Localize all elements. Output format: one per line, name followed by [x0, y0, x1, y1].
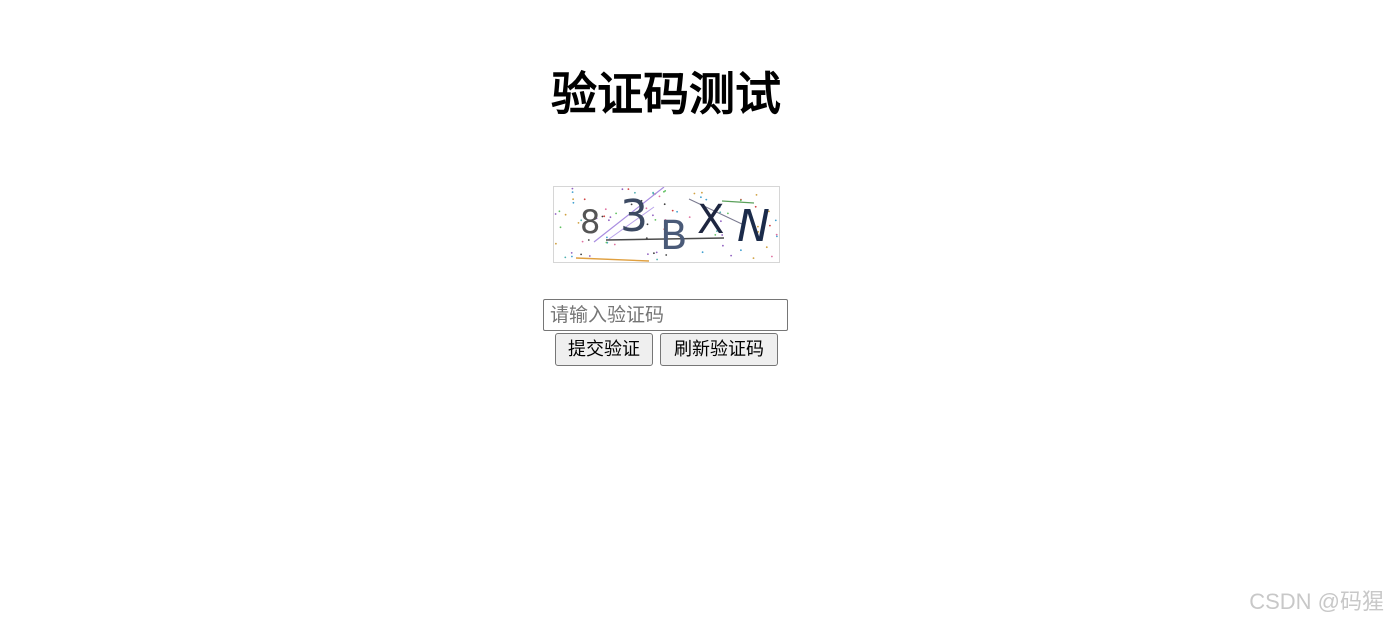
captcha-noise-dot	[606, 236, 608, 239]
captcha-noise-dot	[564, 256, 567, 259]
captcha-noise-dot	[613, 243, 616, 246]
captcha-char-2: 3	[620, 191, 648, 242]
captcha-noise-dot	[627, 188, 630, 190]
captcha-noise-dot	[558, 210, 561, 213]
captcha-noise-dot	[555, 242, 557, 245]
captcha-noise-dot	[776, 235, 778, 238]
captcha-noise-dot	[609, 216, 612, 219]
captcha-noise-dot	[730, 254, 732, 257]
captcha-noise-dot	[608, 219, 610, 222]
captcha-noise-dot	[559, 226, 562, 229]
captcha-noise-dot	[571, 187, 574, 190]
captcha-noise-dot	[693, 192, 696, 195]
captcha-noise-dot	[572, 201, 575, 204]
captcha-noise-dot	[752, 257, 755, 259]
captcha-noise-dot	[663, 203, 666, 206]
captcha-noise-dot	[722, 244, 724, 247]
captcha-noise-dot	[554, 213, 557, 215]
captcha-input[interactable]	[543, 299, 788, 331]
captcha-noise-dot	[571, 191, 574, 193]
captcha-noise-dot	[621, 188, 624, 191]
captcha-noise-dot	[564, 213, 567, 216]
captcha-noise-dot	[652, 191, 654, 194]
captcha-noise-dot	[572, 198, 574, 201]
captcha-noise-dot	[604, 208, 607, 211]
captcha-noise-dot	[601, 215, 604, 218]
captcha-char-3: B	[660, 213, 687, 259]
captcha-noise-dot	[583, 198, 586, 201]
captcha-noise-dot	[775, 233, 778, 236]
captcha-noise-dot	[656, 258, 658, 261]
captcha-char-1: 8	[580, 203, 600, 241]
captcha-noise-dot	[658, 195, 661, 198]
captcha-noise-dot	[671, 209, 674, 212]
submit-verify-button[interactable]: 提交验证	[555, 333, 653, 366]
captcha-canvas: 8 3 B X N	[554, 187, 778, 262]
captcha-noise-dot	[653, 252, 655, 255]
captcha-noise-dot	[603, 215, 606, 218]
captcha-noise-dot	[688, 216, 691, 218]
captcha-noise-dot	[588, 255, 591, 257]
captcha-noise-dot	[647, 253, 649, 255]
captcha-char-4: X	[697, 197, 724, 243]
captcha-image[interactable]: 8 3 B X N	[553, 186, 780, 263]
captcha-noise-line-orange	[575, 257, 650, 262]
refresh-captcha-button[interactable]: 刷新验证码	[660, 333, 778, 366]
captcha-noise-dot	[655, 251, 658, 254]
captcha-noise-dot	[571, 255, 573, 258]
page: 验证码测试 8 3 B X N 提交验证 刷新验证码 CSDN @码猩	[0, 0, 1388, 624]
captcha-noise-dot	[755, 194, 758, 196]
captcha-noise-dot	[727, 212, 729, 215]
watermark: CSDN @码猩	[1249, 589, 1384, 614]
captcha-noise-dot	[580, 253, 582, 256]
captcha-noise-dot	[663, 190, 665, 193]
captcha-noise-dot	[570, 252, 573, 254]
captcha-noise-dot	[701, 191, 703, 194]
page-title: 验证码测试	[551, 67, 781, 121]
captcha-noise-dot	[771, 255, 773, 258]
captcha-noise-dot	[654, 219, 657, 221]
captcha-noise-dot	[701, 251, 704, 254]
captcha-noise-dot	[615, 212, 617, 215]
captcha-char-5: N	[737, 201, 770, 252]
captcha-noise-dot	[774, 219, 777, 222]
captcha-noise-dot	[652, 214, 654, 217]
captcha-noise-dot	[605, 241, 608, 244]
